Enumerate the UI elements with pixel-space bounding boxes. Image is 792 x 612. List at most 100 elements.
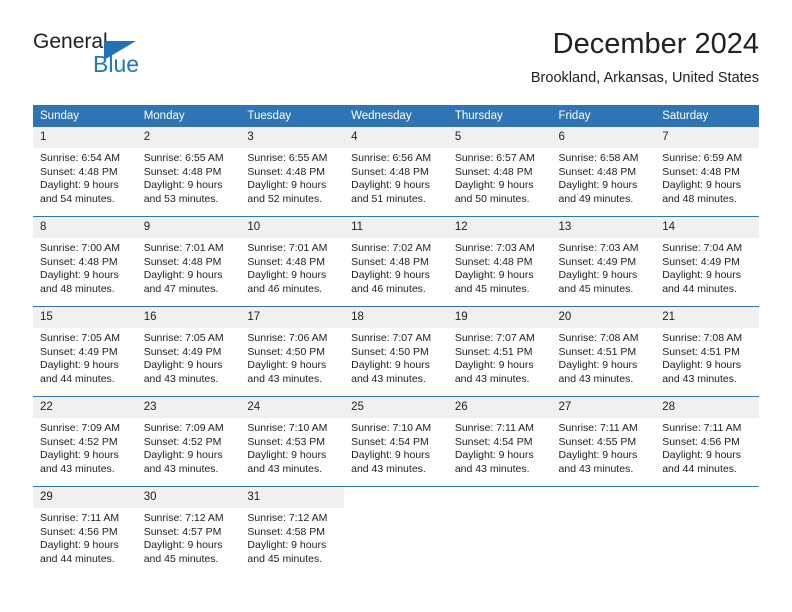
calendar-day-cell[interactable]: 24 Sunrise: 7:10 AM Sunset: 4:53 PM Dayligh… (240, 396, 345, 477)
day-cell-inner (655, 487, 759, 567)
calendar-day-cell[interactable]: 25 Sunrise: 7:10 AM Sunset: 4:54 PM Dayligh… (344, 396, 448, 477)
sunset-text: Sunset: 4:50 PM (351, 345, 429, 358)
day-cell-inner: 23 Sunrise: 7:09 AM Sunset: 4:52 PM Dayligh… (136, 397, 241, 477)
day-number: 29 (33, 487, 137, 508)
week-spacer (33, 207, 759, 217)
daylight-text: Daylight: 9 hours and 51 minutes. (351, 179, 430, 205)
sunrise-text: Sunrise: 7:11 AM (40, 512, 120, 524)
sunrise-text: Sunrise: 7:07 AM (454, 332, 535, 344)
calendar-day-cell[interactable]: 21 Sunrise: 7:08 AM Sunset: 4:51 PM Dayligh… (655, 306, 759, 387)
sunrise-text: Sunrise: 7:08 AM (558, 332, 639, 344)
calendar-day-cell[interactable]: 16 Sunrise: 7:05 AM Sunset: 4:49 PM Dayligh… (136, 306, 241, 387)
weekday-header-wednesday: Wednesday (344, 105, 448, 127)
calendar-day-cell-empty (447, 486, 552, 567)
calendar-day-cell[interactable]: 10 Sunrise: 7:01 AM Sunset: 4:48 PM Dayligh… (240, 216, 345, 297)
weekday-header-tuesday: Tuesday (240, 105, 345, 127)
day-number: 2 (136, 127, 241, 148)
day-cell-inner: 13 Sunrise: 7:03 AM Sunset: 4:49 PM Dayligh… (551, 217, 656, 297)
general-blue-logo[interactable]: General Blue (33, 30, 153, 82)
calendar-day-cell[interactable]: 14 Sunrise: 7:04 AM Sunset: 4:49 PM Dayligh… (655, 216, 759, 297)
sunrise-text: Sunrise: 7:02 AM (351, 242, 432, 254)
sunrise-text: Sunrise: 7:12 AM (143, 512, 224, 524)
day-sun-details: Sunrise: 6:55 AM Sunset: 4:48 PM Daylight:… (137, 148, 241, 206)
calendar-day-cell[interactable]: 30 Sunrise: 7:12 AM Sunset: 4:57 PM Dayligh… (136, 486, 241, 567)
calendar-day-cell[interactable]: 27 Sunrise: 7:11 AM Sunset: 4:55 PM Dayligh… (551, 396, 656, 477)
week-spacer (33, 297, 759, 307)
sunrise-text: Sunrise: 6:55 AM (143, 152, 224, 164)
daylight-text: Daylight: 9 hours and 43 minutes. (143, 359, 223, 385)
day-cell-inner: 9 Sunrise: 7:01 AM Sunset: 4:48 PM Daylight… (136, 217, 241, 297)
calendar-day-cell[interactable]: 26 Sunrise: 7:11 AM Sunset: 4:54 PM Dayligh… (447, 396, 552, 477)
calendar-day-cell[interactable]: 5 Sunrise: 6:57 AM Sunset: 4:48 PM Daylight… (447, 127, 552, 207)
calendar-day-cell[interactable]: 17 Sunrise: 7:06 AM Sunset: 4:50 PM Dayligh… (240, 306, 345, 387)
daylight-text: Daylight: 9 hours and 54 minutes. (40, 179, 119, 205)
title-block: December 2024 Brookland, Arkansas, Unite… (531, 26, 759, 89)
calendar-day-cell[interactable]: 29 Sunrise: 7:11 AM Sunset: 4:56 PM Dayligh… (33, 486, 137, 567)
sunset-text: Sunset: 4:48 PM (40, 255, 118, 268)
calendar-day-cell[interactable]: 11 Sunrise: 7:02 AM Sunset: 4:48 PM Dayligh… (344, 216, 448, 297)
calendar-day-cell[interactable]: 8 Sunrise: 7:00 AM Sunset: 4:48 PM Daylight… (33, 216, 137, 297)
daylight-text: Daylight: 9 hours and 45 minutes. (247, 539, 327, 565)
calendar-day-cell[interactable]: 31 Sunrise: 7:12 AM Sunset: 4:58 PM Dayligh… (240, 486, 345, 567)
calendar-day-cell[interactable]: 28 Sunrise: 7:11 AM Sunset: 4:56 PM Dayligh… (655, 396, 759, 477)
calendar-day-cell[interactable]: 4 Sunrise: 6:56 AM Sunset: 4:48 PM Daylight… (344, 127, 448, 207)
calendar-day-cell[interactable]: 19 Sunrise: 7:07 AM Sunset: 4:51 PM Dayligh… (447, 306, 552, 387)
day-sun-details: Sunrise: 7:03 AM Sunset: 4:48 PM Daylight:… (448, 238, 552, 296)
sunset-text: Sunset: 4:49 PM (558, 255, 637, 268)
calendar-day-cell[interactable]: 7 Sunrise: 6:59 AM Sunset: 4:48 PM Daylight… (655, 127, 759, 207)
sunset-text: Sunset: 4:52 PM (143, 435, 222, 448)
day-cell-inner: 24 Sunrise: 7:10 AM Sunset: 4:53 PM Dayligh… (240, 397, 345, 477)
day-cell-inner: 11 Sunrise: 7:02 AM Sunset: 4:48 PM Dayligh… (344, 217, 448, 297)
sunset-text: Sunset: 4:56 PM (662, 435, 740, 448)
day-cell-inner: 10 Sunrise: 7:01 AM Sunset: 4:48 PM Dayligh… (240, 217, 345, 297)
day-number (655, 487, 759, 508)
sunrise-text: Sunrise: 7:01 AM (247, 242, 328, 254)
sunset-text: Sunset: 4:51 PM (558, 345, 637, 358)
day-number: 18 (344, 307, 448, 328)
sunrise-text: Sunrise: 7:05 AM (143, 332, 224, 344)
daylight-text: Daylight: 9 hours and 49 minutes. (558, 179, 638, 205)
calendar-day-cell[interactable]: 1 Sunrise: 6:54 AM Sunset: 4:48 PM Daylight… (33, 127, 137, 207)
day-number: 8 (33, 217, 137, 238)
sunrise-text: Sunrise: 7:00 AM (40, 242, 120, 254)
day-number: 24 (240, 397, 345, 418)
calendar-day-cell[interactable]: 2 Sunrise: 6:55 AM Sunset: 4:48 PM Daylight… (136, 127, 241, 207)
day-number: 20 (551, 307, 656, 328)
sunrise-text: Sunrise: 7:11 AM (558, 422, 638, 434)
calendar-day-cell[interactable]: 22 Sunrise: 7:09 AM Sunset: 4:52 PM Dayligh… (33, 396, 137, 477)
daylight-text: Daylight: 9 hours and 43 minutes. (351, 359, 430, 385)
calendar-day-cell[interactable]: 15 Sunrise: 7:05 AM Sunset: 4:49 PM Dayligh… (33, 306, 137, 387)
calendar-day-cell[interactable]: 23 Sunrise: 7:09 AM Sunset: 4:52 PM Dayligh… (136, 396, 241, 477)
sunset-text: Sunset: 4:49 PM (143, 345, 222, 358)
daylight-text: Daylight: 9 hours and 43 minutes. (454, 359, 534, 385)
sunrise-text: Sunrise: 7:08 AM (662, 332, 743, 344)
sunset-text: Sunset: 4:48 PM (454, 165, 533, 178)
calendar-day-cell[interactable]: 18 Sunrise: 7:07 AM Sunset: 4:50 PM Dayligh… (344, 306, 448, 387)
calendar-day-cell[interactable]: 12 Sunrise: 7:03 AM Sunset: 4:48 PM Dayligh… (447, 216, 552, 297)
week-spacer-cell (33, 387, 759, 397)
day-cell-inner: 28 Sunrise: 7:11 AM Sunset: 4:56 PM Dayligh… (655, 397, 759, 477)
day-cell-inner: 26 Sunrise: 7:11 AM Sunset: 4:54 PM Dayligh… (447, 397, 552, 477)
day-sun-details: Sunrise: 6:56 AM Sunset: 4:48 PM Daylight:… (344, 148, 448, 206)
calendar-day-cell[interactable]: 20 Sunrise: 7:08 AM Sunset: 4:51 PM Dayligh… (551, 306, 656, 387)
day-sun-details: Sunrise: 7:03 AM Sunset: 4:49 PM Daylight:… (552, 238, 656, 296)
daylight-text: Daylight: 9 hours and 44 minutes. (662, 269, 742, 295)
daylight-text: Daylight: 9 hours and 44 minutes. (662, 449, 742, 475)
day-cell-inner: 22 Sunrise: 7:09 AM Sunset: 4:52 PM Dayligh… (33, 397, 137, 477)
calendar-day-cell[interactable]: 3 Sunrise: 6:55 AM Sunset: 4:48 PM Daylight… (240, 127, 345, 207)
daylight-text: Daylight: 9 hours and 48 minutes. (40, 269, 119, 295)
calendar-day-cell[interactable]: 6 Sunrise: 6:58 AM Sunset: 4:48 PM Daylight… (551, 127, 656, 207)
day-sun-details: Sunrise: 7:11 AM Sunset: 4:56 PM Daylight:… (33, 508, 137, 566)
day-cell-inner: 30 Sunrise: 7:12 AM Sunset: 4:57 PM Dayligh… (136, 487, 241, 567)
day-number: 15 (33, 307, 137, 328)
day-cell-inner: 16 Sunrise: 7:05 AM Sunset: 4:49 PM Dayligh… (136, 307, 241, 387)
daylight-text: Daylight: 9 hours and 46 minutes. (351, 269, 430, 295)
calendar-day-cell[interactable]: 9 Sunrise: 7:01 AM Sunset: 4:48 PM Daylight… (136, 216, 241, 297)
daylight-text: Daylight: 9 hours and 43 minutes. (247, 359, 327, 385)
day-sun-details: Sunrise: 7:09 AM Sunset: 4:52 PM Daylight:… (137, 418, 241, 476)
day-cell-inner: 12 Sunrise: 7:03 AM Sunset: 4:48 PM Dayligh… (447, 217, 552, 297)
daylight-text: Daylight: 9 hours and 43 minutes. (454, 449, 534, 475)
day-sun-details: Sunrise: 7:10 AM Sunset: 4:53 PM Daylight:… (240, 418, 344, 476)
calendar-day-cell[interactable]: 13 Sunrise: 7:03 AM Sunset: 4:49 PM Dayligh… (551, 216, 656, 297)
calendar-page: General Blue December 2024 Brookland, Ar… (0, 0, 792, 612)
